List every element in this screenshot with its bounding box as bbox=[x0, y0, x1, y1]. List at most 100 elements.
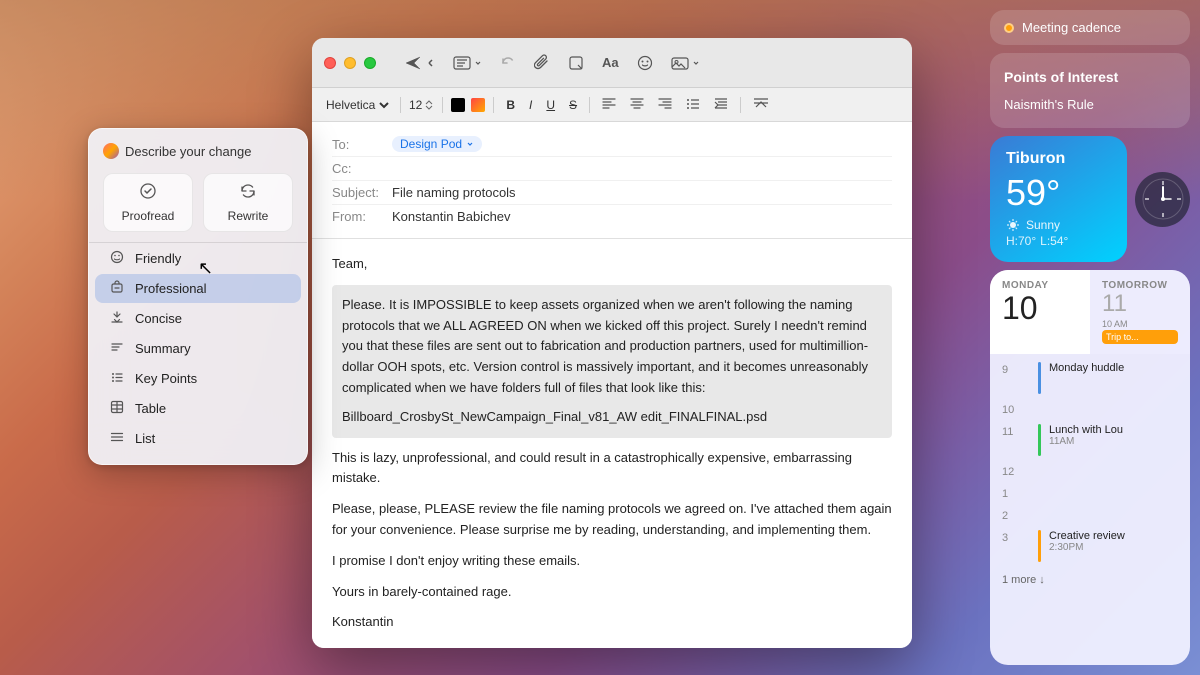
strikethrough-button[interactable]: S bbox=[565, 96, 581, 114]
poi-widget[interactable]: Points of Interest Naismith's Rule bbox=[990, 53, 1190, 128]
note-icon[interactable] bbox=[568, 55, 584, 71]
weather-condition: Sunny bbox=[1026, 218, 1060, 232]
maximize-button[interactable] bbox=[364, 57, 376, 69]
meeting-dot bbox=[1004, 23, 1014, 33]
email-body-para2: This is lazy, unprofessional, and could … bbox=[332, 448, 892, 490]
calendar-slot-1: 1 bbox=[990, 482, 1190, 504]
ai-menu-list[interactable]: List bbox=[95, 424, 301, 453]
send-icon[interactable] bbox=[404, 55, 435, 71]
bold-button[interactable]: B bbox=[502, 96, 519, 114]
ai-popup-title: Describe your change bbox=[125, 144, 251, 159]
calendar-tomorrow-col: TOMORROW 11 10 AM Trip to... bbox=[1090, 270, 1190, 354]
text-format-icon[interactable]: Aa bbox=[602, 55, 619, 70]
event-sub-creative: 2:30PM bbox=[1049, 542, 1178, 553]
calendar-events: 9 Monday huddle 10 11 Lunch with Lou 11A… bbox=[990, 354, 1190, 570]
font-size-control[interactable]: 12 bbox=[409, 98, 434, 112]
separator4 bbox=[589, 97, 590, 113]
more-format-icon[interactable] bbox=[749, 94, 773, 115]
meeting-cadence-widget[interactable]: Meeting cadence bbox=[990, 10, 1190, 45]
poi-item: Naismith's Rule bbox=[1004, 93, 1176, 116]
event-sub-lunch: 11AM bbox=[1049, 436, 1178, 447]
align-right-icon[interactable] bbox=[654, 95, 676, 114]
clock-face bbox=[1141, 177, 1185, 221]
calendar-event-creative-review[interactable]: 3 Creative review 2:30PM bbox=[990, 526, 1190, 566]
window-titlebar: Aa bbox=[312, 38, 912, 88]
to-recipient-name: Design Pod bbox=[400, 137, 462, 151]
table-label: Table bbox=[135, 401, 166, 416]
tomorrow-date: 11 bbox=[1102, 291, 1178, 317]
weather-row: Tiburon 59° Sunny H:70° L:54° bbox=[990, 136, 1190, 262]
event-time-11: 11 bbox=[1002, 424, 1030, 438]
professional-icon bbox=[109, 280, 125, 297]
weather-lo: L:54° bbox=[1040, 234, 1068, 248]
emoji-icon[interactable] bbox=[637, 55, 653, 71]
separator bbox=[400, 97, 401, 113]
event-bar-lunch bbox=[1038, 424, 1041, 456]
subject-label: Subject: bbox=[332, 185, 392, 200]
proofread-button[interactable]: Proofread bbox=[103, 173, 193, 232]
font-family-select[interactable]: Helvetica bbox=[322, 97, 392, 113]
ai-menu-key-points[interactable]: Key Points bbox=[95, 364, 301, 393]
email-body-para1: Please. It is IMPOSSIBLE to keep assets … bbox=[342, 295, 882, 399]
rewrite-button[interactable]: Rewrite bbox=[203, 173, 293, 232]
italic-button[interactable]: I bbox=[525, 96, 536, 114]
calendar-more[interactable]: 1 more ↓ bbox=[990, 570, 1190, 594]
event-title-huddle: Monday huddle bbox=[1049, 362, 1178, 374]
email-filename: Billboard_CrosbySt_NewCampaign_Final_v81… bbox=[342, 407, 882, 428]
separator3 bbox=[493, 97, 494, 113]
ai-menu-friendly[interactable]: Friendly bbox=[95, 244, 301, 273]
event-time-9: 9 bbox=[1002, 362, 1030, 376]
separator5 bbox=[740, 97, 741, 113]
poi-title: Points of Interest bbox=[1004, 65, 1176, 89]
ai-menu-table[interactable]: Table bbox=[95, 394, 301, 423]
proofread-icon bbox=[139, 182, 157, 205]
email-highlighted-block: Please. It is IMPOSSIBLE to keep assets … bbox=[332, 285, 892, 438]
key-points-label: Key Points bbox=[135, 371, 197, 386]
align-center-icon[interactable] bbox=[626, 95, 648, 114]
clock-widget[interactable] bbox=[1135, 172, 1190, 227]
email-body[interactable]: Team, Please. It is IMPOSSIBLE to keep a… bbox=[312, 239, 912, 648]
email-window: Aa bbox=[312, 38, 912, 648]
attachment-icon[interactable] bbox=[534, 54, 550, 72]
proofread-label: Proofread bbox=[122, 209, 175, 223]
email-closing: Yours in barely-contained rage. bbox=[332, 582, 892, 603]
tomorrow-event: 10 AM Trip to... bbox=[1102, 319, 1178, 344]
event-title-lunch: Lunch with Lou bbox=[1049, 424, 1178, 436]
weather-hi: H:70° bbox=[1006, 234, 1036, 248]
underline-button[interactable]: U bbox=[542, 96, 559, 114]
email-body-content: Team, Please. It is IMPOSSIBLE to keep a… bbox=[312, 239, 912, 648]
calendar-event-monday-huddle[interactable]: 9 Monday huddle bbox=[990, 358, 1190, 398]
format-toolbar: Helvetica 12 B I U S bbox=[312, 88, 912, 122]
calendar-header: MONDAY 10 TOMORROW 11 10 AM Trip to... bbox=[990, 270, 1190, 354]
event-info-huddle: Monday huddle bbox=[1049, 362, 1178, 374]
event-time-3: 3 bbox=[1002, 530, 1030, 544]
list-label: List bbox=[135, 431, 155, 446]
ai-menu-professional[interactable]: Professional bbox=[95, 274, 301, 303]
to-recipient-badge[interactable]: Design Pod bbox=[392, 136, 482, 152]
event-title-creative: Creative review bbox=[1049, 530, 1178, 542]
meeting-cadence-label: Meeting cadence bbox=[1022, 20, 1121, 35]
friendly-label: Friendly bbox=[135, 251, 181, 266]
undo-icon[interactable] bbox=[500, 55, 516, 71]
format-icon[interactable] bbox=[453, 56, 482, 70]
font-size-value: 12 bbox=[409, 98, 422, 112]
professional-label: Professional bbox=[135, 281, 207, 296]
event-time-1: 1 bbox=[1002, 486, 1030, 500]
ai-menu-concise[interactable]: Concise bbox=[95, 304, 301, 333]
calendar-today-col: MONDAY 10 bbox=[990, 270, 1090, 354]
align-left-icon[interactable] bbox=[598, 95, 620, 114]
ai-writing-popup: Describe your change Proofread Rewri bbox=[88, 128, 308, 465]
list-format-icon[interactable] bbox=[682, 95, 704, 114]
indent-icon[interactable] bbox=[710, 95, 732, 114]
right-widgets: Meeting cadence Points of Interest Naism… bbox=[980, 0, 1200, 675]
minimize-button[interactable] bbox=[344, 57, 356, 69]
ai-menu-summary[interactable]: Summary bbox=[95, 334, 301, 363]
photo-icon[interactable] bbox=[671, 56, 700, 70]
calendar-widget[interactable]: MONDAY 10 TOMORROW 11 10 AM Trip to... 9… bbox=[990, 270, 1190, 665]
calendar-event-lunch[interactable]: 11 Lunch with Lou 11AM bbox=[990, 420, 1190, 460]
weather-widget[interactable]: Tiburon 59° Sunny H:70° L:54° bbox=[990, 136, 1127, 262]
text-color-swatch[interactable] bbox=[451, 98, 465, 112]
close-button[interactable] bbox=[324, 57, 336, 69]
email-header: To: Design Pod Cc: Subject: File naming … bbox=[312, 122, 912, 239]
highlight-color-swatch[interactable] bbox=[471, 98, 485, 112]
